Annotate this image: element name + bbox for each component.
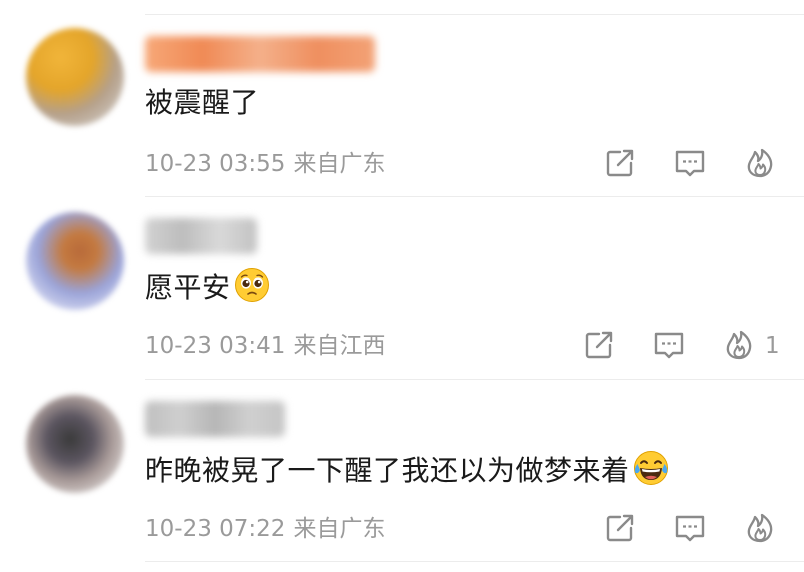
comment-text-content: 愿平安 [145, 271, 231, 304]
reply-button[interactable] [652, 328, 686, 362]
comment-item: 被震醒了 10-23 03:55 来自广东 [0, 14, 804, 196]
reply-button[interactable] [673, 511, 707, 545]
share-button[interactable] [582, 328, 616, 362]
share-button[interactable] [603, 511, 637, 545]
comment-meta: 10-23 03:55 来自广东 [145, 150, 385, 178]
comment-icon [675, 150, 705, 177]
username[interactable] [145, 218, 257, 254]
comment-meta: 10-23 03:41 来自江西 [145, 332, 385, 360]
pleading-face-emoji [234, 267, 270, 303]
share-icon [606, 149, 634, 177]
username[interactable] [145, 36, 375, 72]
divider [145, 561, 804, 562]
flame-icon [747, 148, 773, 178]
comment-icon [654, 332, 684, 359]
comment-text-content: 昨晚被晃了一下醒了我还以为做梦来着 [145, 454, 630, 487]
comment-text: 愿平安 [145, 267, 270, 306]
like-button[interactable] [743, 146, 777, 180]
like-button[interactable] [722, 328, 756, 362]
comment-item: 昨晚被晃了一下醒了我还以为做梦来着 10-23 07:22 来自广东 [0, 379, 804, 561]
avatar[interactable] [26, 28, 124, 126]
username[interactable] [145, 401, 285, 437]
flame-icon [726, 330, 752, 360]
comment-text: 昨晚被晃了一下醒了我还以为做梦来着 [145, 450, 669, 489]
like-count: 1 [765, 333, 780, 359]
reply-button[interactable] [673, 146, 707, 180]
like-button[interactable] [743, 511, 777, 545]
comment-icon [675, 515, 705, 542]
comment-date: 10-23 07:22 [145, 516, 286, 542]
comment-text: 被震醒了 [145, 86, 260, 119]
comment-date: 10-23 03:55 [145, 151, 286, 177]
share-button[interactable] [603, 146, 637, 180]
comment-meta: 10-23 07:22 来自广东 [145, 515, 385, 543]
avatar[interactable] [26, 212, 124, 310]
flame-icon [747, 513, 773, 543]
share-icon [585, 331, 613, 359]
share-icon [606, 514, 634, 542]
tears-of-joy-emoji [633, 450, 669, 486]
comment-item: 愿平安 10-23 03:41 来自江西 1 [0, 196, 804, 378]
comment-location: 来自江西 [293, 333, 386, 359]
avatar[interactable] [26, 395, 124, 493]
comment-location: 来自广东 [293, 151, 386, 177]
comment-location: 来自广东 [293, 516, 386, 542]
comment-date: 10-23 03:41 [145, 333, 286, 359]
